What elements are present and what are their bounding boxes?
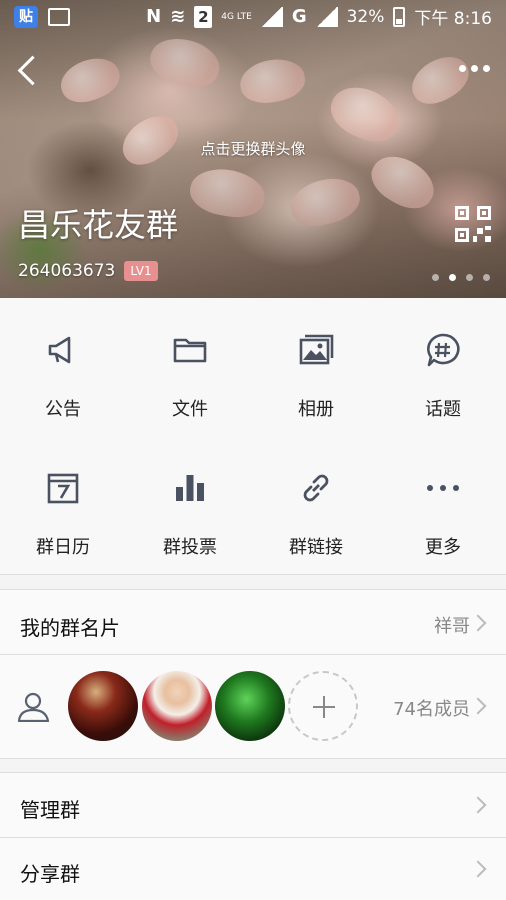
status-bar: 贴 N ≋ 2 4G LTE G 32% 下午 8:16 [0,0,506,34]
chevron-right-icon [469,697,487,715]
announcement-button[interactable]: 公告 [0,298,126,436]
vote-icon [172,470,208,506]
chevron-right-icon [469,614,487,632]
avatar[interactable] [68,671,138,741]
album-label: 相册 [298,399,334,420]
my-group-card-value: 祥哥 [434,616,470,637]
battery-percent: 32% [346,6,385,27]
chevron-right-icon [469,796,487,814]
group-header[interactable]: 贴 N ≋ 2 4G LTE G 32% 下午 8:16 点击更换群头像 昌乐花… [0,0,506,298]
my-group-card-title: 我的群名片 [20,616,120,640]
more-button[interactable]: 更多 [380,436,506,574]
link-label: 群链接 [289,537,343,558]
topic-icon [425,332,461,368]
divider [0,574,506,575]
carrier-type: G [291,6,307,27]
more-icon [425,470,461,506]
divider [0,758,506,759]
signal-icon-2 [315,6,338,27]
album-button[interactable]: 相册 [253,298,379,436]
files-button[interactable]: 文件 [127,298,253,436]
clock: 下午 8:16 [414,9,492,29]
calendar-icon [45,470,81,506]
announcement-label: 公告 [45,399,81,420]
group-id: 264063673 [18,261,116,281]
change-avatar-hint[interactable]: 点击更换群头像 [0,138,506,159]
chevron-right-icon [469,860,487,878]
calendar-button[interactable]: 群日历 [0,436,126,574]
more-options-icon[interactable] [454,56,494,80]
photo-pager [432,274,490,281]
share-group-row[interactable]: 分享群 [0,838,506,900]
vote-button[interactable]: 群投票 [127,436,253,574]
members-row[interactable]: 74名成员 [0,655,506,758]
share-group-title: 分享群 [20,862,80,886]
link-icon [298,470,334,506]
nfc-icon: N [146,6,162,27]
files-label: 文件 [172,399,208,420]
folder-icon [172,332,208,368]
pager-dot [432,274,439,281]
avatar[interactable] [215,671,285,741]
pager-dot-active [449,274,456,281]
pager-dot [466,274,473,281]
vote-label: 群投票 [163,537,217,558]
network-type: 4G LTE [221,11,252,22]
link-button[interactable]: 群链接 [253,436,379,574]
members-icon [17,692,51,723]
wifi-icon: ≋ [170,6,186,27]
manage-group-row[interactable]: 管理群 [0,773,506,837]
level-badge: LV1 [124,261,158,281]
action-grid: 公告 文件 相册 话题 群日历 群投票 群链接 更多 [0,298,506,574]
member-count: 74名成员 [393,699,470,720]
megaphone-icon [45,332,81,368]
sim-card-icon: 2 [194,5,213,28]
qr-code-icon[interactable] [455,206,491,242]
add-member-button[interactable] [288,671,358,741]
battery-icon [393,6,406,27]
calendar-label: 群日历 [36,537,90,558]
more-label: 更多 [425,537,461,558]
pager-dot [483,274,490,281]
topic-label: 话题 [425,399,461,420]
album-icon [298,332,334,368]
signal-icon [260,6,283,27]
my-group-card-row[interactable]: 我的群名片 祥哥 [0,590,506,654]
manage-group-title: 管理群 [20,798,80,822]
topic-button[interactable]: 话题 [380,298,506,436]
tieba-app-icon: 贴 [14,6,38,28]
back-arrow-icon[interactable] [10,52,44,90]
avatar[interactable] [142,671,212,741]
keyboard-icon [48,8,70,26]
group-name: 昌乐花友群 [18,206,179,244]
